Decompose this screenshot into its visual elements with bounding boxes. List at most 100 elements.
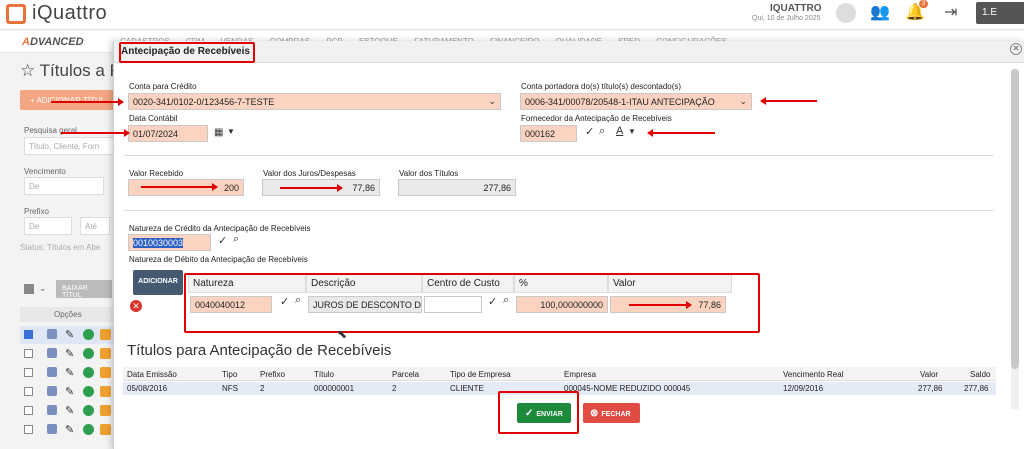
avatar[interactable]: [836, 3, 856, 23]
checkbox[interactable]: [24, 349, 33, 358]
caret-down-icon[interactable]: ▼: [227, 127, 235, 136]
conta-portadora-value: 0006-341/00078/20548-1-ITAU ANTECIPAÇÃO: [525, 97, 715, 107]
annotation-arrow: [629, 301, 692, 309]
view-icon[interactable]: [47, 424, 57, 434]
baixar-titulo-button[interactable]: BAIXAR TÍTUL: [56, 280, 112, 299]
checkbox[interactable]: [24, 330, 33, 339]
search-input[interactable]: Título, Cliente, Forn: [24, 137, 114, 155]
edit-icon[interactable]: ✎: [65, 366, 74, 379]
vencimento-from-input[interactable]: De: [24, 177, 104, 195]
fechar-button[interactable]: ⊗ FECHAR: [583, 403, 640, 423]
valor-titulos-field: 277,86: [398, 179, 516, 196]
money-icon[interactable]: [83, 424, 94, 435]
status-text: Status: Títulos em Abe: [20, 243, 101, 252]
edit-icon[interactable]: ✎: [65, 423, 74, 436]
grid-centro-custo-input[interactable]: [424, 296, 482, 313]
edit-icon[interactable]: ✎: [65, 347, 74, 360]
enviar-button[interactable]: ✓ ENVIAR: [517, 403, 571, 423]
table-row[interactable]: ✎: [20, 402, 113, 420]
adicionar-button[interactable]: ADICIONAR: [133, 270, 183, 295]
chevron-down-icon: ⌄: [488, 96, 496, 106]
edit-icon[interactable]: ✎: [65, 328, 74, 341]
search-icon[interactable]: ⌕: [233, 233, 239, 246]
titulos-cell: 2: [392, 384, 397, 393]
page-title: ☆ Títulos a R: [20, 61, 122, 80]
prefixo-from-input[interactable]: De: [24, 217, 72, 235]
print-icon[interactable]: [100, 386, 111, 397]
delete-icon[interactable]: ✕: [130, 300, 142, 312]
money-icon[interactable]: [83, 405, 94, 416]
company-name: IQUATTRO: [770, 3, 822, 14]
select-all-checkbox[interactable]: [24, 284, 34, 294]
check-icon[interactable]: ✓: [218, 234, 227, 247]
text-format-icon[interactable]: A: [616, 125, 623, 137]
table-row[interactable]: ✎: [20, 383, 113, 401]
titulos-col-tipo-empresa: Tipo de Empresa: [450, 370, 511, 379]
print-icon[interactable]: [100, 367, 111, 378]
checkbox[interactable]: [24, 368, 33, 377]
print-icon[interactable]: [100, 348, 111, 359]
scrollbar[interactable]: [1011, 69, 1019, 409]
view-icon[interactable]: [47, 348, 57, 358]
table-row[interactable]: ✎: [20, 326, 113, 344]
scrollbar-thumb[interactable]: [1011, 69, 1019, 369]
grid-header-natureza: Natureza: [188, 273, 306, 293]
money-icon[interactable]: [83, 367, 94, 378]
top-bar: iQuattro IQUATTRO Qui, 10 de Julho 2025 …: [0, 0, 1024, 30]
money-icon[interactable]: [83, 329, 94, 340]
money-icon[interactable]: [83, 386, 94, 397]
conta-portadora-select[interactable]: 0006-341/00078/20548-1-ITAU ANTECIPAÇÃO …: [520, 93, 752, 110]
checkbox[interactable]: [24, 387, 33, 396]
natureza-credito-input[interactable]: 0010030003: [128, 234, 211, 251]
search-icon[interactable]: ⌕: [599, 125, 605, 138]
fornecedor-input[interactable]: 000162: [520, 125, 577, 142]
view-icon[interactable]: [47, 367, 57, 377]
logout-icon[interactable]: ⇥: [944, 2, 957, 22]
table-row[interactable]: ✎: [20, 421, 113, 439]
table-row[interactable]: ✎: [20, 364, 113, 382]
view-icon[interactable]: [47, 405, 57, 415]
natureza-debito-label: Natureza de Débito da Antecipação de Rec…: [129, 255, 308, 264]
table-row[interactable]: [123, 382, 996, 395]
prefixo-to-input[interactable]: Até: [80, 217, 110, 235]
notification-badge: 3: [919, 0, 929, 8]
edit-icon[interactable]: ✎: [65, 404, 74, 417]
calendar-icon[interactable]: ▦: [214, 127, 223, 138]
modal-title: Antecipação de Recebíveis: [121, 46, 250, 57]
search-icon[interactable]: ⌕: [295, 294, 301, 307]
conta-credito-select[interactable]: 0020-341/0102-0/123456-7-TESTE ⌄: [128, 93, 501, 110]
table-row[interactable]: ✎: [20, 345, 113, 363]
company-switch-button[interactable]: 1.E: [976, 2, 1024, 24]
caret-down-icon[interactable]: ▼: [628, 127, 636, 136]
chevron-down-icon[interactable]: ⌄: [39, 283, 47, 294]
checkbox[interactable]: [24, 406, 33, 415]
add-title-button[interactable]: + ADICIONAR TÍTUL: [20, 90, 116, 110]
titulos-col-valor: Valor: [920, 370, 939, 379]
titulos-section-title: Títulos para Antecipação de Recebíveis: [127, 342, 392, 359]
search-icon[interactable]: ⌕: [503, 294, 509, 307]
titulos-col-prefixo: Prefixo: [260, 370, 285, 379]
divider: [124, 155, 994, 156]
print-icon[interactable]: [100, 405, 111, 416]
check-icon[interactable]: ✓: [280, 295, 289, 308]
checkbox[interactable]: [24, 425, 33, 434]
view-icon[interactable]: [47, 386, 57, 396]
annotation-arrow: [61, 129, 130, 137]
check-icon[interactable]: ✓: [488, 295, 497, 308]
users-icon[interactable]: 👥: [870, 2, 890, 22]
print-icon[interactable]: [100, 329, 111, 340]
check-icon[interactable]: ✓: [585, 125, 594, 138]
grid-header-descricao: Descrição: [306, 273, 422, 293]
fornecedor-label: Fornecedor da Antecipação de Recebíveis: [521, 114, 672, 123]
print-icon[interactable]: [100, 424, 111, 435]
grid-header-percent: %: [514, 273, 608, 293]
close-icon[interactable]: ✕: [1010, 43, 1022, 55]
check-icon: ✓: [525, 408, 534, 419]
logo-icon: [6, 4, 26, 24]
view-icon[interactable]: [47, 329, 57, 339]
edit-icon[interactable]: ✎: [65, 385, 74, 398]
grid-percent-input[interactable]: 100,000000000: [516, 296, 608, 313]
money-icon[interactable]: [83, 348, 94, 359]
data-contabil-input[interactable]: 01/07/2024: [128, 125, 208, 142]
grid-natureza-input[interactable]: 0040040012: [190, 296, 272, 313]
